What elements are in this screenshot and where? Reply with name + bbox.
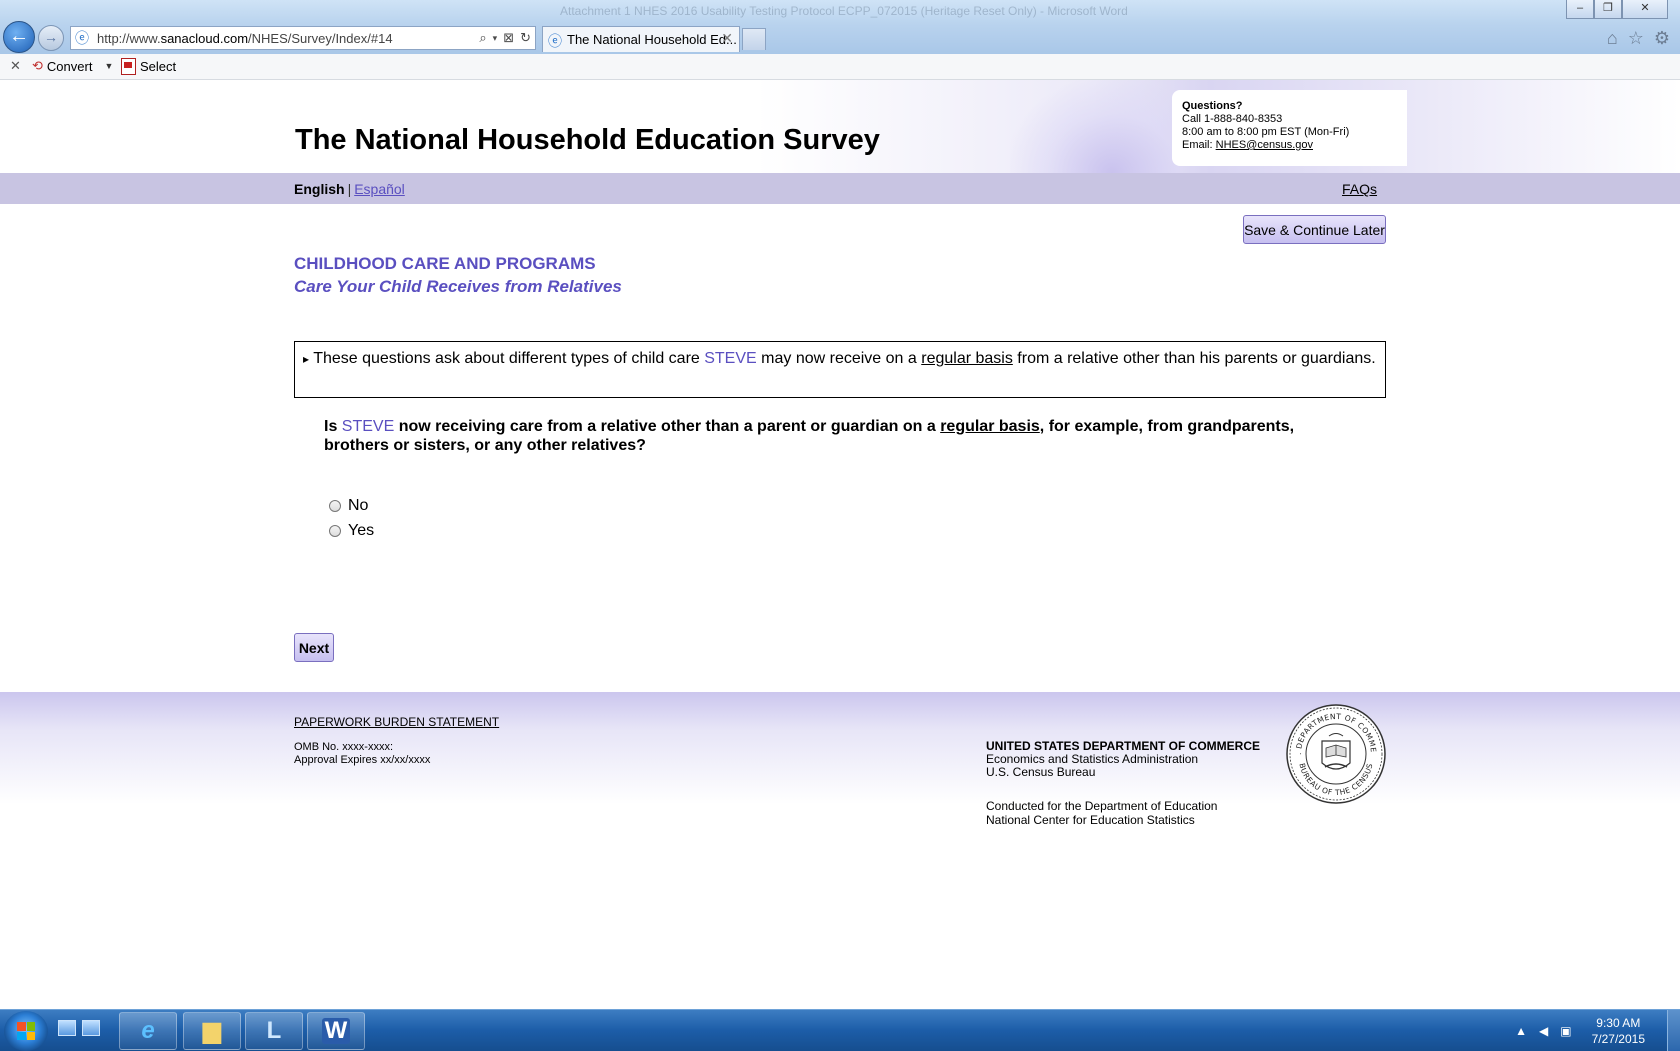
faqs-link[interactable]: FAQs (1342, 181, 1377, 197)
system-tray: ▲ ◀ ▣ 9:30 AM 7/27/2015 (1515, 1010, 1680, 1051)
clock-date: 7/27/2015 (1591, 1031, 1645, 1046)
pdf-select-icon (121, 58, 136, 75)
close-tab-icon[interactable]: ✕ (721, 30, 733, 47)
option-yes[interactable]: Yes (329, 522, 374, 540)
regular-basis-term[interactable]: regular basis (940, 418, 1040, 435)
chevron-down-icon[interactable]: ▼ (104, 61, 113, 71)
page-footer: PAPERWORK BURDEN STATEMENT OMB No. xxxx-… (0, 692, 1680, 842)
clock-time: 9:30 AM (1596, 1015, 1641, 1030)
restore-button[interactable]: ❐ (1594, 0, 1622, 19)
window-title: Attachment 1 NHES 2016 Usability Testing… (560, 4, 1128, 18)
omb-info: OMB No. xxxx-xxxx: Approval Expires xx/x… (294, 741, 431, 766)
windows-taskbar: e ▆ L W ▲ ◀ ▣ 9:30 AM 7/27/2015 (0, 1009, 1680, 1051)
lang-english: English (294, 181, 345, 197)
address-bar[interactable]: ⓔ http://www.sanacloud.com/NHES/Survey/I… (70, 26, 536, 50)
search-icon[interactable]: ⌕ (479, 30, 486, 46)
next-button[interactable]: Next (294, 633, 334, 662)
internet-explorer-icon: e (141, 1017, 155, 1044)
language-bar: English | Español FAQs (0, 173, 1680, 204)
back-arrow-icon: ← (9, 25, 29, 47)
show-hidden-icons-icon[interactable]: ▲ (1515, 1024, 1527, 1038)
taskbar-explorer-button[interactable]: ▆ (183, 1012, 241, 1050)
tab-title: The National Household Ed... (567, 32, 737, 47)
regular-basis-term[interactable]: regular basis (921, 350, 1013, 367)
child-name: STEVE (704, 350, 757, 367)
window-controls: – ❐ ✕ (1566, 0, 1668, 19)
radio-no[interactable] (329, 500, 341, 512)
taskbar-lync-button[interactable]: L (245, 1012, 303, 1050)
forward-button[interactable]: → (38, 25, 64, 51)
page-title: The National Household Education Survey (295, 124, 880, 156)
paperwork-burden-link[interactable]: PAPERWORK BURDEN STATEMENT (294, 715, 499, 729)
refresh-icon[interactable]: ↻ (520, 30, 531, 46)
convert-button[interactable]: ⟲ Convert ▼ (32, 58, 113, 74)
clock[interactable]: 9:30 AM 7/27/2015 (1592, 1015, 1645, 1047)
save-continue-later-button[interactable]: Save & Continue Later (1243, 215, 1386, 244)
instruction-box: ▸ These questions ask about different ty… (294, 341, 1386, 398)
show-desktop-quicklaunch-icon[interactable] (58, 1020, 76, 1036)
favorites-star-icon[interactable]: ☆ (1628, 28, 1644, 49)
option-yes-label: Yes (348, 522, 375, 539)
contact-box: Questions? Call 1-888-840-8353 8:00 am t… (1172, 90, 1407, 166)
windows-logo-icon (17, 1022, 35, 1040)
volume-icon[interactable]: ◀ (1539, 1024, 1548, 1038)
command-bar: ✕ ⟲ Convert ▼ Select (0, 54, 1680, 80)
new-tab-button[interactable] (742, 28, 766, 50)
email-link[interactable]: NHES@census.gov (1216, 139, 1313, 151)
survey-page: The National Household Education Survey … (0, 80, 1680, 1009)
forward-arrow-icon: → (44, 29, 58, 45)
folder-icon: ▆ (202, 1017, 222, 1044)
switch-windows-quicklaunch-icon[interactable] (82, 1020, 100, 1036)
minimize-button[interactable]: – (1566, 0, 1594, 19)
ie-page-icon: ⓔ (75, 30, 89, 46)
option-no[interactable]: No (329, 497, 368, 515)
taskbar-ie-button[interactable]: e (119, 1012, 177, 1050)
word-icon: W (322, 1018, 350, 1044)
commerce-seal-icon: U.S. DEPARTMENT OF COMMERCE BUREAU OF TH… (1285, 703, 1386, 804)
section-title: CHILDHOOD CARE AND PROGRAMS (294, 254, 596, 273)
close-toolbar-icon[interactable]: ✕ (10, 58, 21, 74)
banner-decoration (1010, 80, 1180, 173)
tools-gear-icon[interactable]: ⚙ (1654, 28, 1670, 49)
convert-icon: ⟲ (32, 58, 43, 73)
show-desktop-button[interactable] (1667, 1010, 1680, 1051)
child-name: STEVE (341, 418, 395, 435)
compatibility-icon[interactable]: ⊠ (503, 30, 514, 46)
contact-email-line: Email: NHES@census.gov (1182, 139, 1313, 151)
browser-titlebar: Attachment 1 NHES 2016 Usability Testing… (0, 0, 1680, 54)
start-button[interactable] (4, 1011, 48, 1051)
section-subtitle: Care Your Child Receives from Relatives (294, 277, 622, 296)
select-button[interactable]: Select (121, 58, 176, 75)
contact-heading: Questions? (1182, 100, 1243, 112)
radio-yes[interactable] (329, 525, 341, 537)
ie-tab-icon: ⓔ (548, 33, 562, 49)
header-banner: The National Household Education Survey … (0, 80, 1680, 173)
conducted-for-info: Conducted for the Department of Educatio… (986, 799, 1218, 827)
home-icon[interactable]: ⌂ (1607, 28, 1618, 49)
network-icon[interactable]: ▣ (1560, 1024, 1571, 1038)
back-button[interactable]: ← (3, 21, 35, 53)
lync-icon: L (266, 1017, 282, 1044)
department-info: UNITED STATES DEPARTMENT OF COMMERCE Eco… (986, 739, 1260, 779)
close-window-button[interactable]: ✕ (1622, 0, 1668, 19)
taskbar-word-button[interactable]: W (307, 1012, 365, 1050)
question-text: Is STEVE now receiving care from a relat… (324, 418, 1295, 454)
contact-hours: 8:00 am to 8:00 pm EST (Mon-Fri) (1182, 126, 1350, 138)
option-no-label: No (348, 497, 369, 514)
lang-espanol-link[interactable]: Español (354, 181, 405, 197)
browser-tab-active[interactable]: ⓔ The National Household Ed... ✕ (542, 26, 740, 52)
contact-phone: Call 1-888-840-8353 (1182, 113, 1283, 125)
dropdown-icon[interactable]: ▾ (493, 30, 498, 46)
address-url[interactable]: http://www.sanacloud.com/NHES/Survey/Ind… (97, 31, 393, 46)
